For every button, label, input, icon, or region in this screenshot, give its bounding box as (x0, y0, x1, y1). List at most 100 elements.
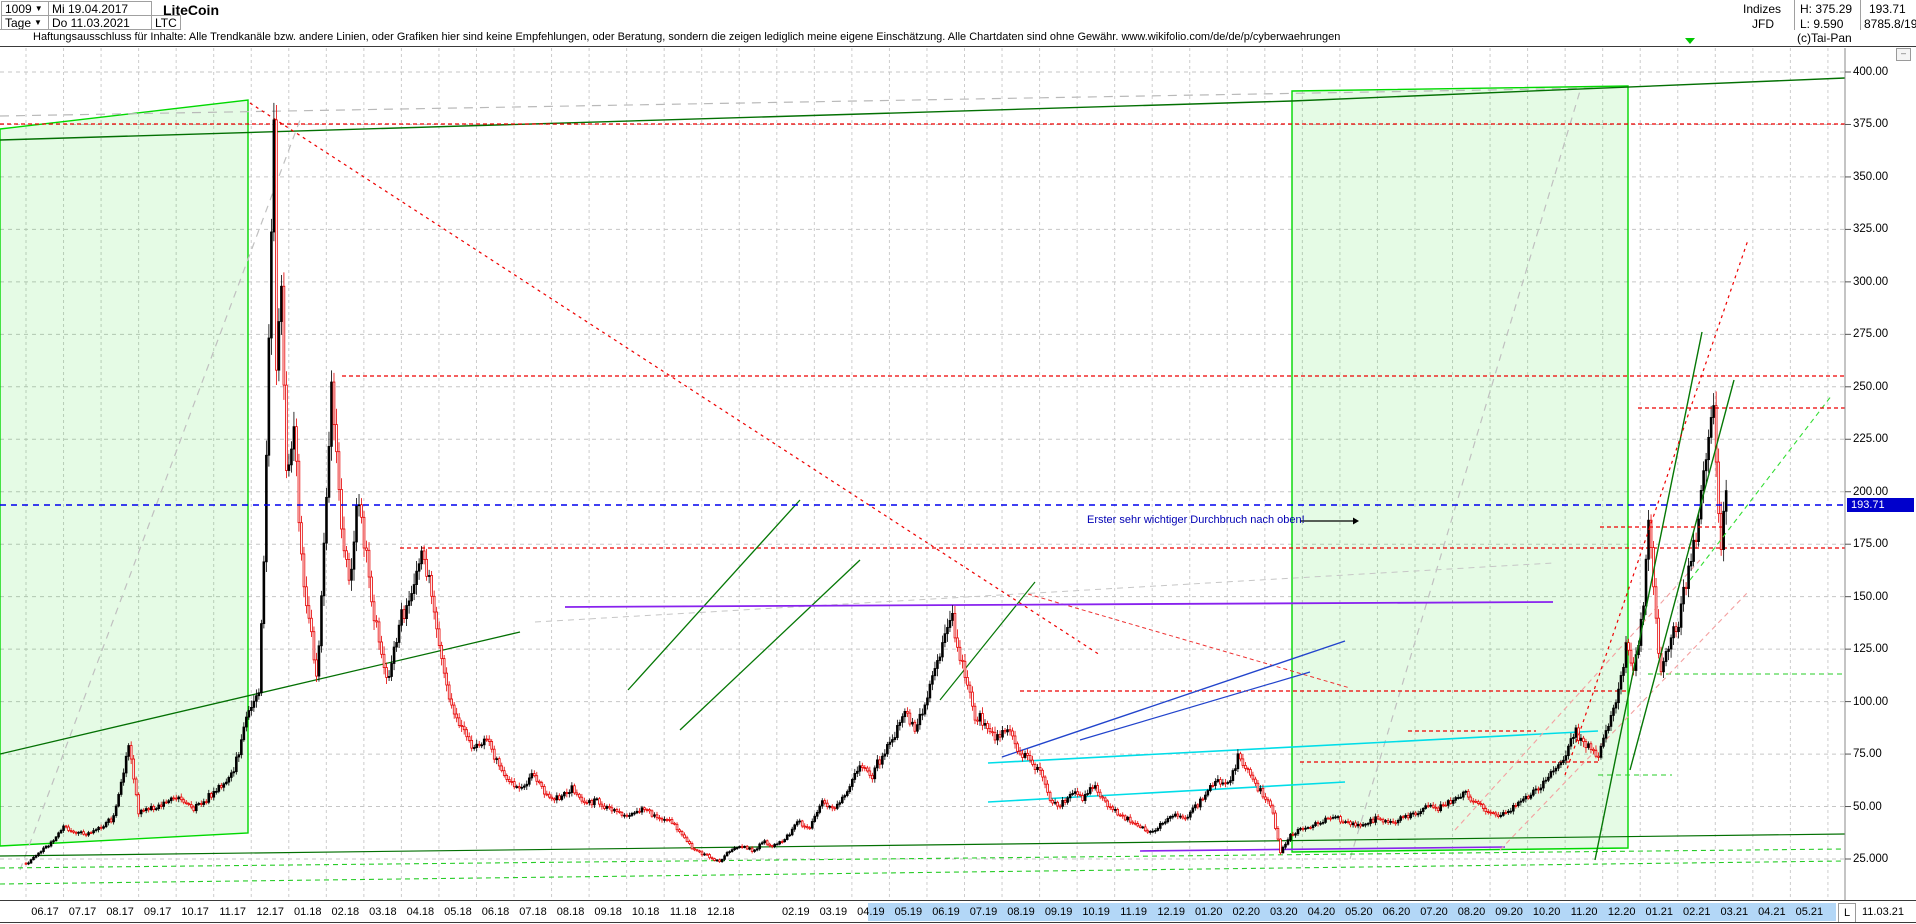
header-divider (1794, 0, 1795, 30)
x-axis-label: 05.20 (1345, 906, 1373, 918)
y-axis-label: 150.00 (1853, 591, 1888, 603)
y-axis-label: 25.000 (1853, 853, 1888, 865)
feb20-rally-green (940, 582, 1035, 700)
y-axis-label: 100.00 (1853, 696, 1888, 708)
last-price-text: 193.71 (1869, 2, 1906, 16)
x-axis-label: 03.19 (820, 906, 848, 918)
marker-triangle-icon (1685, 38, 1695, 44)
indizes-label[interactable]: Indizes (1743, 2, 1781, 16)
y-axis-label: 275.00 (1853, 328, 1888, 340)
annotation-text[interactable]: Erster sehr wichtiger Durchbruch nach ob… (1087, 514, 1305, 526)
x-axis-label: 12.19 (1157, 906, 1185, 918)
x-axis-label: 09.17 (144, 906, 172, 918)
y-axis-label: 50.00 (1853, 801, 1882, 813)
support-zone-2017 (0, 100, 248, 846)
collapse-panel-button[interactable]: – (1896, 48, 1911, 61)
header-divider (1860, 0, 1861, 30)
x-axis-label: 10.19 (1082, 906, 1110, 918)
x-axis-label: 02.19 (782, 906, 810, 918)
x-axis-label: 09.18 (594, 906, 622, 918)
x-axis-label: 06.18 (482, 906, 510, 918)
x-axis-label: 03.21 (1721, 906, 1749, 918)
x-axis-label: 01.21 (1645, 906, 1673, 918)
x-axis-label: 06.19 (932, 906, 960, 918)
y-axis-label: 350.00 (1853, 171, 1888, 183)
chart-canvas[interactable] (0, 0, 1916, 924)
x-axis-label: 07.18 (519, 906, 547, 918)
x-axis-label: 10.17 (181, 906, 209, 918)
bar-count-value: 1009 (5, 2, 32, 16)
x-axis-label: 11.19 (1120, 906, 1147, 918)
x-axis-label: 07.19 (970, 906, 998, 918)
header-separator (0, 46, 1916, 47)
y-axis-label: 75.00 (1853, 748, 1882, 760)
jun19-rally-green-a (628, 500, 800, 690)
y-axis-label: 225.00 (1853, 433, 1888, 445)
first-date-cell: Mi 19.04.2017 (48, 1, 152, 16)
x-axis-label: 12.18 (707, 906, 735, 918)
x-axis-label: 04.20 (1308, 906, 1336, 918)
y-axis-label: 200.00 (1853, 486, 1888, 498)
x-axis-label: 05.21 (1796, 906, 1824, 918)
y-axis-label: 250.00 (1853, 381, 1888, 393)
window-bottom-edge (0, 922, 1916, 923)
jun19-rally-green-b (680, 560, 860, 730)
feed-label: JFD (1752, 17, 1774, 31)
x-axis-label: 09.20 (1495, 906, 1523, 918)
x-axis-label: 12.20 (1608, 906, 1636, 918)
period-low: L: 9.590 (1800, 17, 1843, 31)
header-row-line (0, 29, 181, 30)
chevron-down-icon: ▼ (34, 18, 42, 27)
ath-falling-trendline-red (250, 103, 1100, 655)
y-axis-label: 325.00 (1853, 223, 1888, 235)
y-axis-label: 375.00 (1853, 118, 1888, 130)
last-bar-indicator: L (1838, 903, 1856, 923)
y-axis-label: 300.00 (1853, 276, 1888, 288)
bottom-support-lime-b (0, 861, 1845, 884)
x-axis-label: 11.18 (670, 906, 697, 918)
disclaimer-text: Haftungsausschluss für Inhalte: Alle Tre… (33, 31, 1340, 43)
x-axis-label: 03.18 (369, 906, 397, 918)
x-axis-label: 02.21 (1683, 906, 1711, 918)
taipan-chart-window: 1009 ▼ Mi 19.04.2017 Tage ▼ Do 11.03.202… (0, 0, 1916, 924)
x-axis-label: 10.18 (632, 906, 660, 918)
x-axis-label: 01.20 (1195, 906, 1223, 918)
x-axis-label: 05.18 (444, 906, 472, 918)
x-axis-label: 07.17 (69, 906, 97, 918)
last-date-cell: Do 11.03.2021 (48, 15, 152, 30)
x-axis-label: 06.17 (31, 906, 59, 918)
x-axis-label: 11.20 (1571, 906, 1598, 918)
x-axis-label: 01.18 (294, 906, 322, 918)
x-axis-label: 05.19 (895, 906, 923, 918)
chart-title: LiteCoin (163, 2, 219, 18)
y-axis-label: 125.00 (1853, 643, 1888, 655)
x-axis-label: 02.18 (332, 906, 360, 918)
x-axis-label: 04.19 (857, 906, 885, 918)
period-dropdown[interactable]: Tage ▼ (1, 15, 49, 30)
x-axis-label: 07.20 (1420, 906, 1448, 918)
x-axis-label: 08.18 (557, 906, 585, 918)
x-axis-label: 02.20 (1233, 906, 1261, 918)
x-axis-label: 09.19 (1045, 906, 1073, 918)
period-value: Tage (5, 16, 31, 30)
x-axis-label: 08.19 (1007, 906, 1035, 918)
x-axis-label: 04.18 (407, 906, 435, 918)
x-axis-label: 10.20 (1533, 906, 1561, 918)
x-axis-label: 04.21 (1758, 906, 1786, 918)
last-price-badge: 193.71 (1847, 498, 1914, 512)
bar-count-dropdown[interactable]: 1009 ▼ (1, 1, 49, 16)
x-axis-separator (0, 900, 1916, 901)
chevron-down-icon: ▼ (35, 4, 43, 13)
copyright-label: (c)Tai-Pan (1797, 31, 1852, 45)
x-axis-label: 11.17 (219, 906, 246, 918)
x-axis-label: 06.20 (1383, 906, 1411, 918)
x-axis-label: 08.20 (1458, 906, 1486, 918)
y-axis-label: 400.00 (1853, 66, 1888, 78)
blue-uptrend-b (1080, 672, 1310, 740)
x-axis-label: 03.20 (1270, 906, 1298, 918)
volume-info: 8785.8/19 (1864, 17, 1916, 31)
y-axis-label: 175.00 (1853, 538, 1888, 550)
cursor-date: 11.03.21 (1862, 906, 1904, 918)
period-high: H: 375.29 (1800, 2, 1852, 16)
x-axis-label: 08.17 (106, 906, 134, 918)
